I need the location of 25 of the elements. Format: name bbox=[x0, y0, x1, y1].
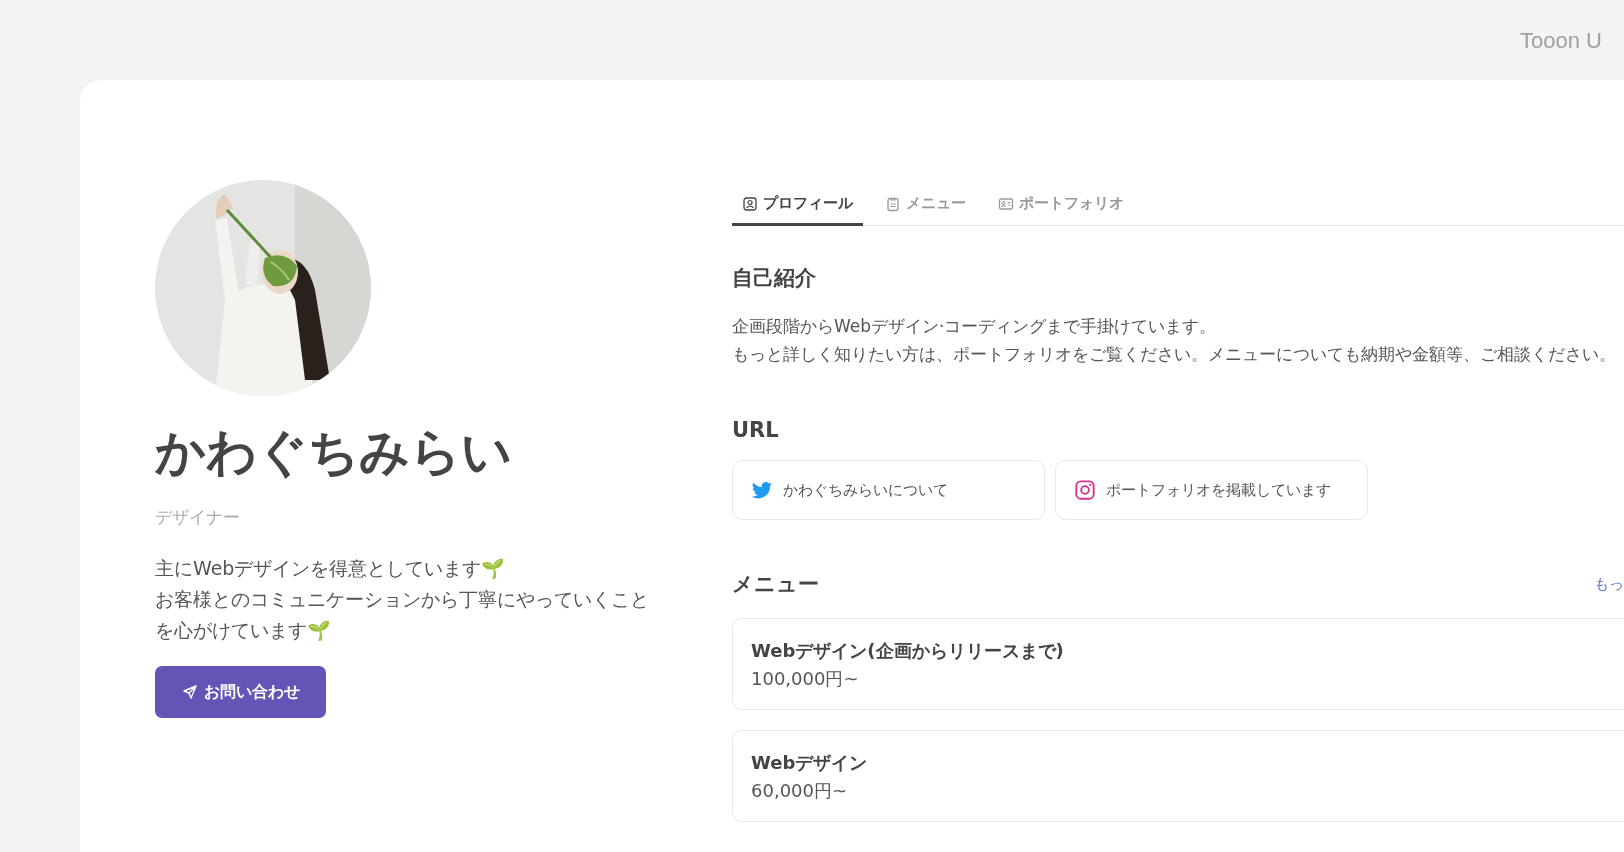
menu-price: 100,000円~ bbox=[751, 667, 860, 691]
menu-card[interactable]: Webデザイン 60,000円~ bbox=[732, 730, 1624, 822]
more-link[interactable]: もっ bbox=[1594, 574, 1624, 594]
logo: Tooon U bbox=[1520, 28, 1602, 54]
profile-name: かわぐちみらい bbox=[155, 422, 513, 482]
contact-button[interactable]: お問い合わせ bbox=[155, 666, 326, 718]
clipboard-icon bbox=[885, 195, 901, 212]
section-heading: メニュー bbox=[732, 571, 819, 598]
intro-text: 企画段階からWebデザイン·コーディングまで手掛けています。 もっと詳しく知りたい方は、ポートフォリオをご覧ください。メニューについても納期や金額等、ご相談ください。 bbox=[732, 315, 1617, 366]
link-card[interactable]: かわぐちみらいについて bbox=[732, 460, 1045, 520]
id-card-icon bbox=[998, 195, 1014, 212]
menu-card[interactable]: Webデザイン(企画からリリースまで) 100,000円~ bbox=[732, 618, 1624, 710]
camera-icon bbox=[1074, 479, 1096, 501]
person-badge-icon bbox=[742, 195, 758, 212]
send-icon bbox=[181, 684, 198, 700]
role-label: デザイナー bbox=[155, 506, 241, 529]
section-heading: URL bbox=[732, 418, 780, 442]
menu-price: 60,000円~ bbox=[751, 779, 849, 803]
bio-text: 主にWebデザインを得意としています🌱 お客様とのコミュニケーションから丁寧にやっていくこと を心がけています🌱 bbox=[155, 556, 650, 643]
bird-icon bbox=[751, 479, 773, 501]
link-card[interactable]: ポートフォリオを掲載しています bbox=[1055, 460, 1368, 520]
menu-title: Webデザイン(企画からリリースまで) bbox=[751, 639, 1065, 663]
tab[interactable]: プロフィール bbox=[732, 188, 863, 226]
section-heading: 自己紹介 bbox=[732, 265, 817, 292]
menu-title: Webデザイン bbox=[751, 751, 869, 775]
